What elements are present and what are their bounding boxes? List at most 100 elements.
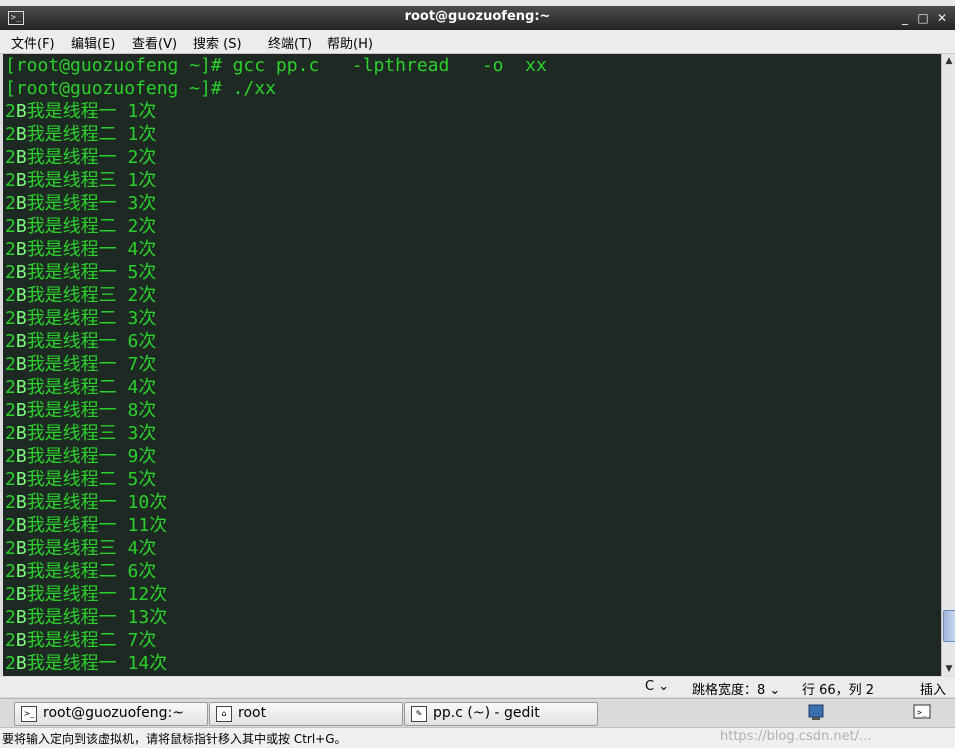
output-prefix-bold: B <box>15 630 27 651</box>
output-text: 我是线程二 2次 <box>26 216 157 237</box>
menu-terminal[interactable]: 终端(T) <box>268 33 312 52</box>
terminal-area[interactable]: [root@guozuofeng ~]# gcc pp.c -lpthread … <box>3 54 941 676</box>
output-prefix-digit: 2 <box>5 124 16 145</box>
output-prefix-digit: 2 <box>5 193 16 214</box>
output-prefix-digit: 2 <box>5 630 16 651</box>
output-prefix-digit: 2 <box>5 492 16 513</box>
gedit-statusbar: C ⌄ 跳格宽度：8 ⌄ 行 66，列 2 插入 <box>0 677 955 698</box>
output-text: 我是线程一 9次 <box>26 446 157 467</box>
shell-command: gcc pp.c -lpthread -o xx <box>221 55 547 76</box>
output-prefix-digit: 2 <box>5 147 16 168</box>
output-text: 我是线程二 4次 <box>26 377 157 398</box>
output-text: 我是线程二 5次 <box>26 469 157 490</box>
language-selector[interactable]: C ⌄ <box>645 679 669 694</box>
output-prefix-bold: B <box>15 423 27 444</box>
output-prefix-bold: B <box>15 262 27 283</box>
terminal-tray-icon[interactable]: >_ <box>912 702 932 722</box>
window-titlebar[interactable]: >_ root@guozuofeng:~ _ □ ✕ <box>0 6 955 30</box>
terminal-output-line: 2B我是线程一 5次 <box>5 261 156 284</box>
output-prefix-digit: 2 <box>5 285 16 306</box>
terminal-output-line: 2B我是线程一 11次 <box>5 514 167 537</box>
terminal-output-line: 2B我是线程一 13次 <box>5 606 167 629</box>
output-text: 我是线程三 1次 <box>26 170 157 191</box>
output-text: 我是线程三 4次 <box>26 538 157 559</box>
terminal-output-line: 2B我是线程一 9次 <box>5 445 156 468</box>
terminal-icon: >_ <box>21 706 37 722</box>
output-prefix-bold: B <box>15 400 27 421</box>
shell-prompt: [root@guozuofeng ~]# <box>5 78 222 99</box>
terminal-output-line: 2B我是线程二 2次 <box>5 215 156 238</box>
menu-edit[interactable]: 编辑(E) <box>71 33 115 52</box>
output-prefix-digit: 2 <box>5 308 16 329</box>
output-prefix-bold: B <box>15 285 27 306</box>
output-text: 我是线程一 5次 <box>26 262 157 283</box>
menu-file[interactable]: 文件(F) <box>11 33 55 52</box>
home-folder-icon: ⌂ <box>216 706 232 722</box>
terminal-output-line: 2B我是线程一 2次 <box>5 146 156 169</box>
terminal-output-line: 2B我是线程三 3次 <box>5 422 156 445</box>
output-prefix-digit: 2 <box>5 101 16 122</box>
output-prefix-bold: B <box>15 377 27 398</box>
terminal-output-line: 2B我是线程三 2次 <box>5 284 156 307</box>
output-prefix-bold: B <box>15 308 27 329</box>
output-prefix-bold: B <box>15 101 27 122</box>
output-prefix-bold: B <box>15 170 27 191</box>
terminal-output-line: 2B我是线程一 7次 <box>5 353 156 376</box>
shell-prompt: [root@guozuofeng ~]# <box>5 55 222 76</box>
output-prefix-digit: 2 <box>5 423 16 444</box>
output-prefix-digit: 2 <box>5 469 16 490</box>
terminal-output-line: 2B我是线程一 3次 <box>5 192 156 215</box>
output-prefix-digit: 2 <box>5 607 16 628</box>
minimize-button[interactable]: _ <box>897 10 913 26</box>
task-terminal[interactable]: >_ root@guozuofeng:~ <box>14 702 208 726</box>
scroll-down-arrow-icon[interactable]: ▼ <box>942 662 955 676</box>
output-prefix-digit: 2 <box>5 561 16 582</box>
close-button[interactable]: ✕ <box>934 10 950 26</box>
menu-bar: 文件(F) 编辑(E) 查看(V) 搜索 (S) 终端(T) 帮助(H) <box>0 30 955 54</box>
output-prefix-bold: B <box>15 607 27 628</box>
output-prefix-digit: 2 <box>5 331 16 352</box>
output-text: 我是线程一 12次 <box>26 584 168 605</box>
task-file-manager[interactable]: ⌂ root <box>209 702 403 726</box>
window-title: root@guozuofeng:~ <box>404 9 551 24</box>
network-tray-icon[interactable] <box>806 702 826 722</box>
menu-view[interactable]: 查看(V) <box>132 33 177 52</box>
output-text: 我是线程二 3次 <box>26 308 157 329</box>
maximize-button[interactable]: □ <box>915 10 931 26</box>
menu-help[interactable]: 帮助(H) <box>327 33 373 52</box>
tab-width-selector[interactable]: 跳格宽度：8 ⌄ <box>692 679 780 698</box>
output-prefix-digit: 2 <box>5 538 16 559</box>
output-prefix-bold: B <box>15 469 27 490</box>
output-prefix-bold: B <box>15 147 27 168</box>
terminal-output-line: 2B我是线程二 1次 <box>5 123 156 146</box>
text-editor-icon: ✎ <box>411 706 427 722</box>
output-text: 我是线程二 7次 <box>26 630 157 651</box>
scrollbar-thumb[interactable] <box>943 610 955 642</box>
terminal-output-line: 2B我是线程一 12次 <box>5 583 167 606</box>
terminal-scrollbar[interactable]: ▲ ▼ <box>941 54 955 676</box>
terminal-output-line: 2B我是线程三 4次 <box>5 537 156 560</box>
output-text: 我是线程一 7次 <box>26 354 157 375</box>
vm-hint-text: 要将输入定向到该虚拟机，请将鼠标指针移入其中或按 Ctrl+G。 <box>2 732 347 746</box>
scroll-up-arrow-icon[interactable]: ▲ <box>942 54 955 68</box>
vm-hint-bar: 要将输入定向到该虚拟机，请将鼠标指针移入其中或按 Ctrl+G。 https:/… <box>0 727 955 748</box>
task-gedit[interactable]: ✎ pp.c (~) - gedit <box>404 702 598 726</box>
output-prefix-bold: B <box>15 354 27 375</box>
output-prefix-digit: 2 <box>5 400 16 421</box>
output-prefix-digit: 2 <box>5 262 16 283</box>
output-prefix-digit: 2 <box>5 216 16 237</box>
insert-mode: 插入 <box>920 683 947 698</box>
output-prefix-digit: 2 <box>5 354 16 375</box>
svg-text:>_: >_ <box>917 708 927 717</box>
terminal-output-line: 2B我是线程二 3次 <box>5 307 156 330</box>
menu-search[interactable]: 搜索 (S) <box>193 33 242 52</box>
terminal-output-line: 2B我是线程二 6次 <box>5 560 156 583</box>
terminal-output-line: 2B我是线程二 4次 <box>5 376 156 399</box>
output-prefix-digit: 2 <box>5 515 16 536</box>
output-prefix-digit: 2 <box>5 377 16 398</box>
output-prefix-bold: B <box>15 124 27 145</box>
output-text: 我是线程一 2次 <box>26 147 157 168</box>
terminal-command-line: [root@guozuofeng ~]# ./xx <box>5 77 276 100</box>
output-prefix-bold: B <box>15 216 27 237</box>
watermark: https://blog.csdn.net/... <box>720 729 872 744</box>
